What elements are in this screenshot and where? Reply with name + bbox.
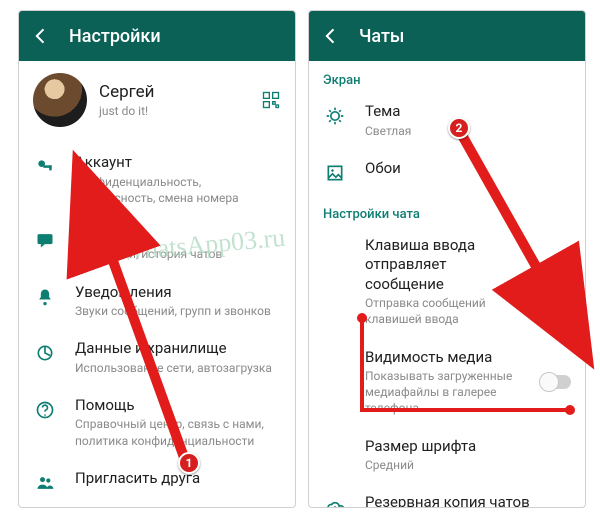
wallpaper-icon bbox=[323, 161, 347, 185]
section-chat-settings: Настройки чата bbox=[309, 195, 585, 226]
data-icon bbox=[33, 341, 57, 365]
qr-icon[interactable] bbox=[261, 90, 281, 110]
settings-item-account[interactable]: Аккаунт Конфиденциальность, безопасность… bbox=[19, 143, 295, 216]
item-title: Аккаунт bbox=[75, 153, 281, 173]
appbar: Чаты bbox=[309, 11, 585, 61]
theme-title: Тема bbox=[365, 102, 411, 122]
wallpaper-row[interactable]: Обои bbox=[309, 149, 585, 195]
enter-send-toggle[interactable] bbox=[541, 275, 571, 289]
annotation-badge-2: 2 bbox=[448, 117, 470, 139]
back-icon[interactable] bbox=[321, 26, 341, 46]
item-sub: Тема, обои, история чатов bbox=[75, 246, 222, 262]
font-size-row[interactable]: Размер шрифта Средний bbox=[309, 427, 585, 484]
font-size-title: Размер шрифта bbox=[365, 437, 476, 457]
profile-row[interactable]: Сергей just do it! bbox=[19, 61, 295, 141]
theme-value: Светлая bbox=[365, 123, 411, 139]
backup-title: Резервная копия чатов bbox=[365, 493, 530, 508]
settings-item-help[interactable]: Помощь Справочный центр, связь с нами, п… bbox=[19, 386, 295, 459]
wallpaper-title: Обои bbox=[365, 159, 401, 179]
settings-item-invite[interactable]: Пригласить друга bbox=[19, 459, 295, 505]
item-title: Уведомления bbox=[75, 283, 271, 303]
media-visibility-title: Видимость медиа bbox=[365, 348, 523, 368]
enter-send-sub: Отправка сообщений клавишей ввода bbox=[365, 295, 523, 327]
profile-status: just do it! bbox=[99, 104, 154, 118]
cloud-icon bbox=[323, 495, 347, 508]
help-icon bbox=[33, 398, 57, 422]
people-icon bbox=[33, 471, 57, 495]
theme-row[interactable]: Тема Светлая bbox=[309, 92, 585, 149]
annotation-badge-1: 1 bbox=[178, 452, 200, 474]
item-title: Чаты bbox=[75, 226, 222, 246]
media-visibility-row[interactable]: Видимость медиа Показывать загруженные м… bbox=[309, 338, 585, 427]
bell-icon bbox=[33, 285, 57, 309]
media-visibility-toggle[interactable] bbox=[541, 375, 571, 389]
settings-screen: Настройки Сергей just do it! bbox=[18, 10, 296, 508]
item-sub: Конфиденциальность, безопасность, смена … bbox=[75, 174, 281, 206]
backup-row[interactable]: Резервная копия чатов bbox=[309, 483, 585, 508]
settings-item-notifications[interactable]: Уведомления Звуки сообщений, групп и зво… bbox=[19, 273, 295, 330]
appbar-title: Настройки bbox=[69, 26, 161, 47]
item-title: Помощь bbox=[75, 396, 281, 416]
key-icon bbox=[33, 155, 57, 179]
settings-list: Аккаунт Конфиденциальность, безопасность… bbox=[19, 141, 295, 507]
theme-icon bbox=[323, 104, 347, 128]
chat-icon bbox=[33, 228, 57, 252]
enter-send-title: Клавиша ввода отправляет сообщение bbox=[365, 236, 523, 295]
media-visibility-sub: Показывать загруженные медиафайлы в гале… bbox=[365, 368, 523, 417]
settings-item-chats[interactable]: Чаты Тема, обои, история чатов bbox=[19, 216, 295, 273]
chats-settings-screen: Чаты Экран Тема Светлая Обои Настройки ч… bbox=[308, 10, 586, 508]
item-sub: Звуки сообщений, групп и звонков bbox=[75, 303, 271, 319]
profile-name: Сергей bbox=[99, 82, 154, 102]
avatar bbox=[33, 73, 87, 127]
item-sub: Справочный центр, связь с нами, политика… bbox=[75, 416, 281, 448]
item-sub: Использование сети, автозагрузка bbox=[75, 360, 272, 376]
back-icon[interactable] bbox=[31, 26, 51, 46]
settings-item-data[interactable]: Данные и хранилище Использование сети, а… bbox=[19, 329, 295, 386]
item-title: Данные и хранилище bbox=[75, 339, 272, 359]
appbar: Настройки bbox=[19, 11, 295, 61]
font-size-value: Средний bbox=[365, 457, 476, 473]
section-display: Экран bbox=[309, 61, 585, 92]
appbar-title: Чаты bbox=[359, 26, 404, 47]
enter-send-row[interactable]: Клавиша ввода отправляет сообщение Отпра… bbox=[309, 226, 585, 338]
